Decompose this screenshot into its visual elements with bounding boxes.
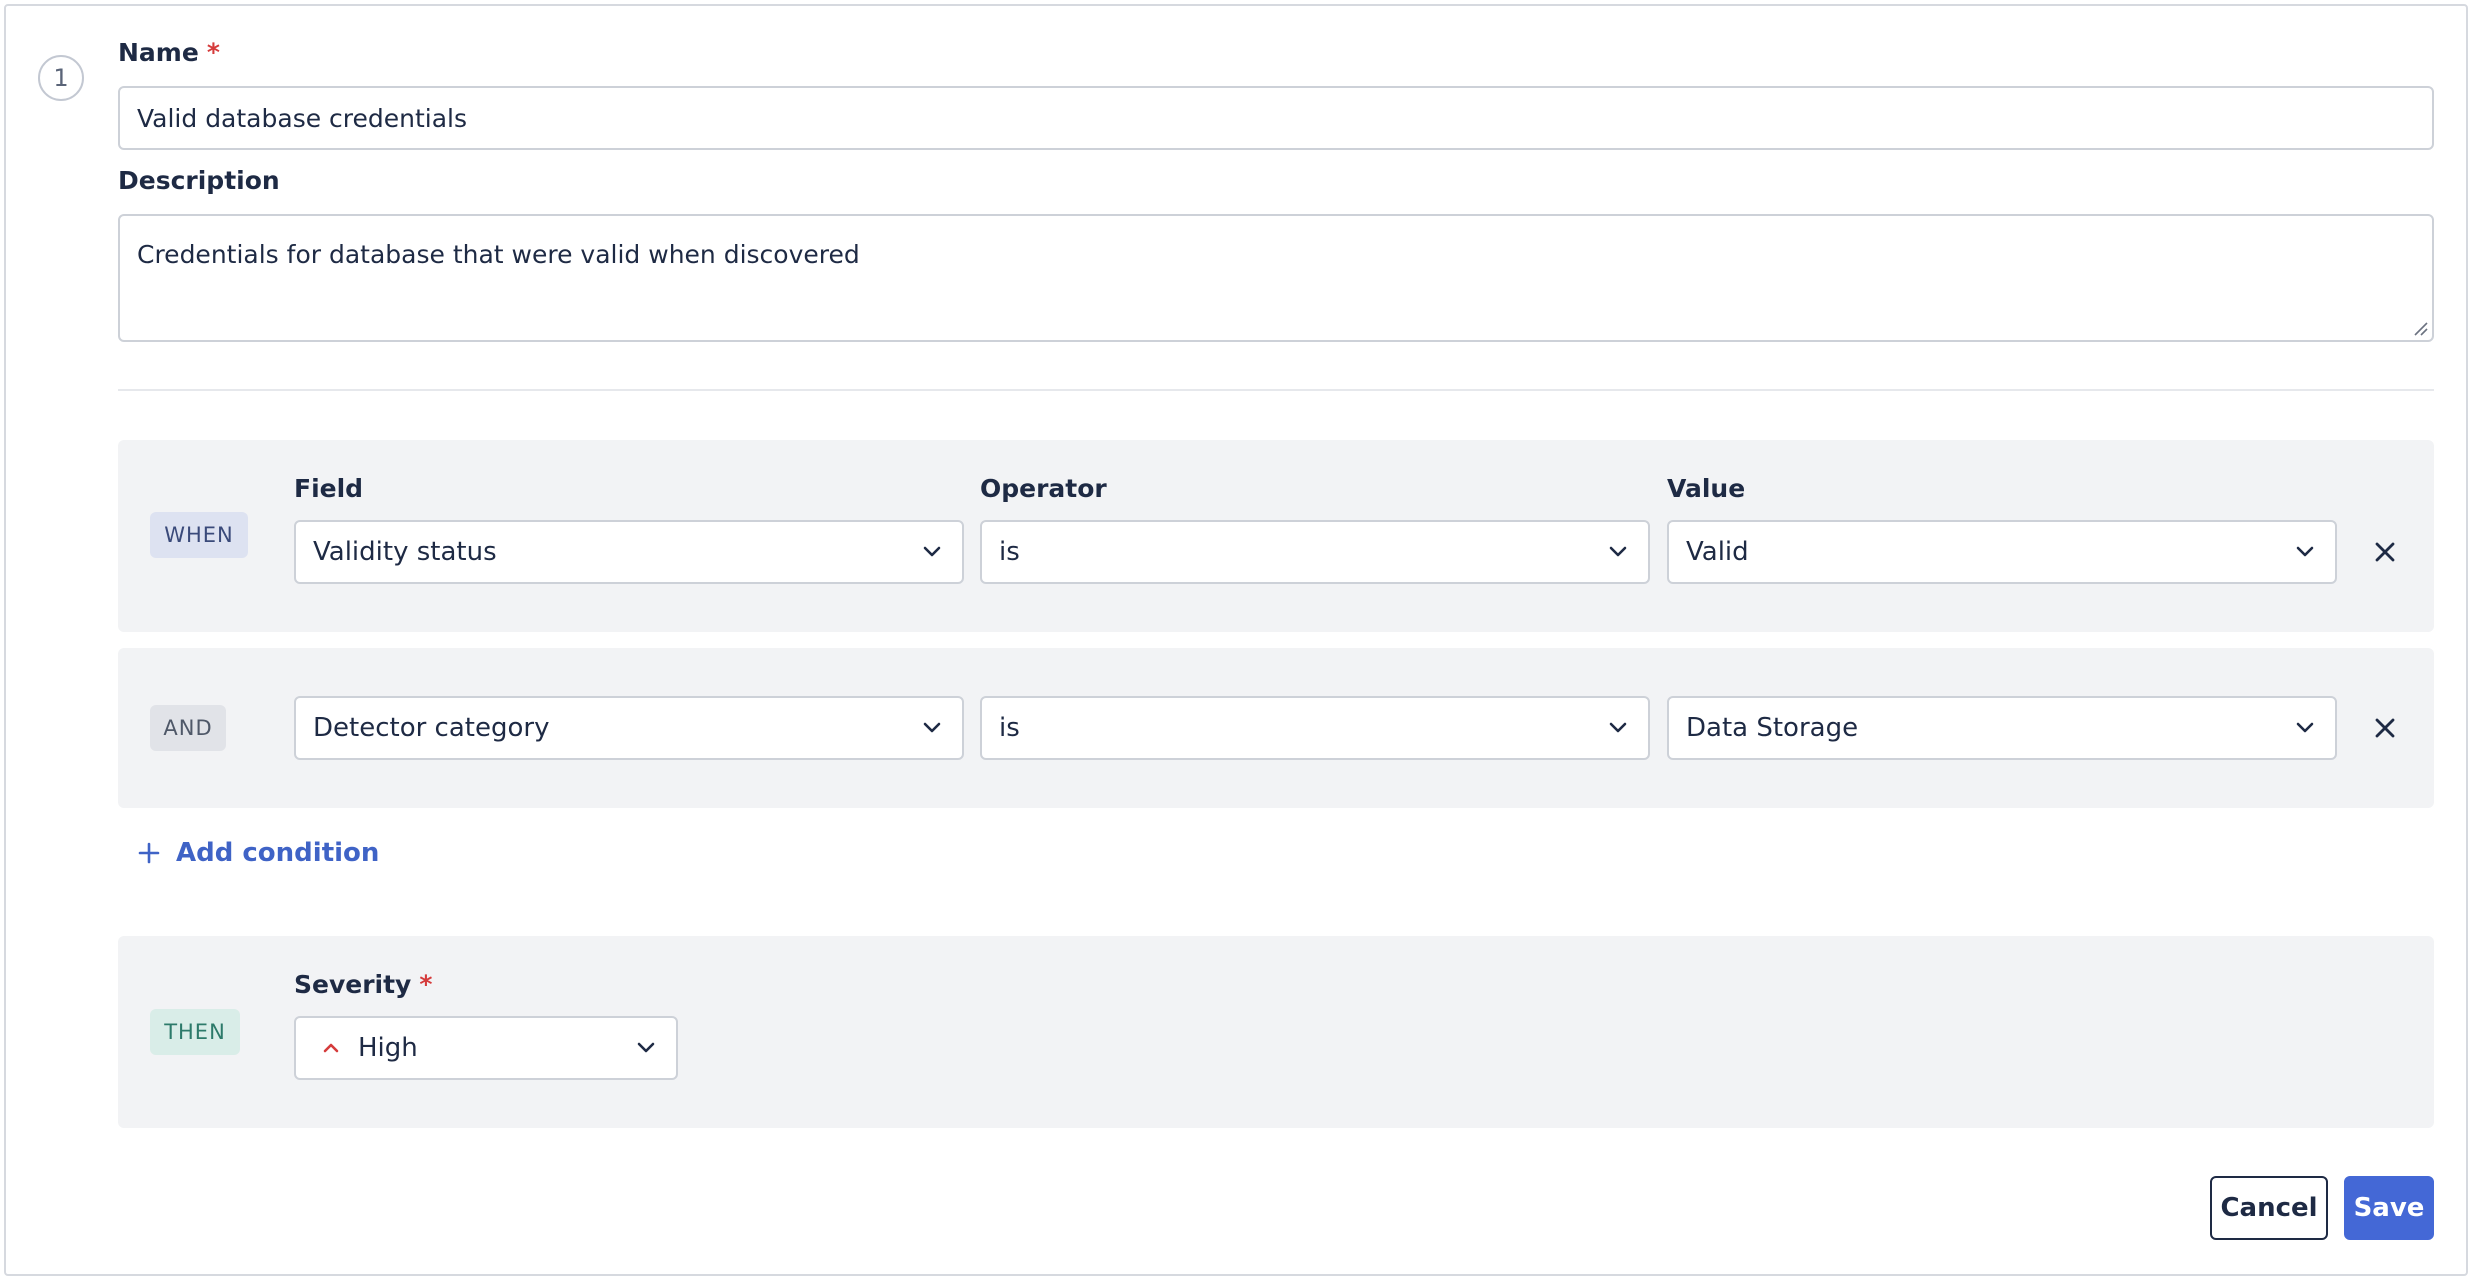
condition-2-operator-value: is <box>999 713 1020 743</box>
chevron-down-icon <box>637 1042 655 1053</box>
field-header: Field <box>294 474 364 503</box>
save-button[interactable]: Save <box>2344 1176 2434 1240</box>
when-badge: WHEN <box>150 512 248 558</box>
condition-1-operator-value: is <box>999 537 1020 567</box>
plus-icon <box>138 842 160 864</box>
value-header: Value <box>1667 474 1746 503</box>
and-badge: AND <box>150 705 226 751</box>
chevron-down-icon <box>923 722 941 733</box>
chevron-down-icon <box>2296 546 2314 557</box>
chevron-down-icon <box>2296 722 2314 733</box>
chevron-down-icon <box>1609 546 1627 557</box>
description-label: Description <box>118 166 280 195</box>
condition-2-value-select[interactable]: Data Storage <box>1667 696 2337 760</box>
condition-2-operator-select[interactable]: is <box>980 696 1650 760</box>
cancel-button[interactable]: Cancel <box>2210 1176 2328 1240</box>
resize-grip-icon[interactable] <box>2412 320 2428 336</box>
name-label-text: Name <box>118 38 199 67</box>
condition-2-field-select[interactable]: Detector category <box>294 696 964 760</box>
severity-label-text: Severity <box>294 970 412 999</box>
operator-header: Operator <box>980 474 1107 503</box>
condition-1-operator-select[interactable]: is <box>980 520 1650 584</box>
close-icon <box>2375 718 2395 738</box>
remove-condition-2-button[interactable] <box>2370 713 2400 743</box>
description-textarea[interactable]: Credentials for database that were valid… <box>118 214 2434 342</box>
name-input-value: Valid database credentials <box>137 103 468 133</box>
close-icon <box>2375 542 2395 562</box>
condition-1-value-select[interactable]: Valid <box>1667 520 2337 584</box>
condition-1-value-value: Valid <box>1686 537 1749 567</box>
condition-1-field-select[interactable]: Validity status <box>294 520 964 584</box>
required-marker: * <box>206 38 220 67</box>
severity-select[interactable]: High <box>294 1016 678 1080</box>
chevron-up-icon <box>323 1043 339 1053</box>
description-textarea-value: Credentials for database that were valid… <box>137 240 860 269</box>
step-number-badge: 1 <box>38 55 84 101</box>
name-input[interactable]: Valid database credentials <box>118 86 2434 150</box>
then-badge: THEN <box>150 1009 240 1055</box>
severity-value: High <box>358 1033 418 1063</box>
condition-1-field-value: Validity status <box>313 537 497 567</box>
condition-2-value-value: Data Storage <box>1686 713 1859 743</box>
add-condition-label: Add condition <box>176 838 380 868</box>
chevron-down-icon <box>923 546 941 557</box>
severity-label: Severity * <box>294 970 432 999</box>
required-marker: * <box>419 970 433 999</box>
chevron-down-icon <box>1609 722 1627 733</box>
remove-condition-1-button[interactable] <box>2370 537 2400 567</box>
name-label: Name * <box>118 38 220 67</box>
section-divider <box>118 389 2434 391</box>
add-condition-button[interactable]: Add condition <box>138 838 379 868</box>
condition-2-field-value: Detector category <box>313 713 550 743</box>
